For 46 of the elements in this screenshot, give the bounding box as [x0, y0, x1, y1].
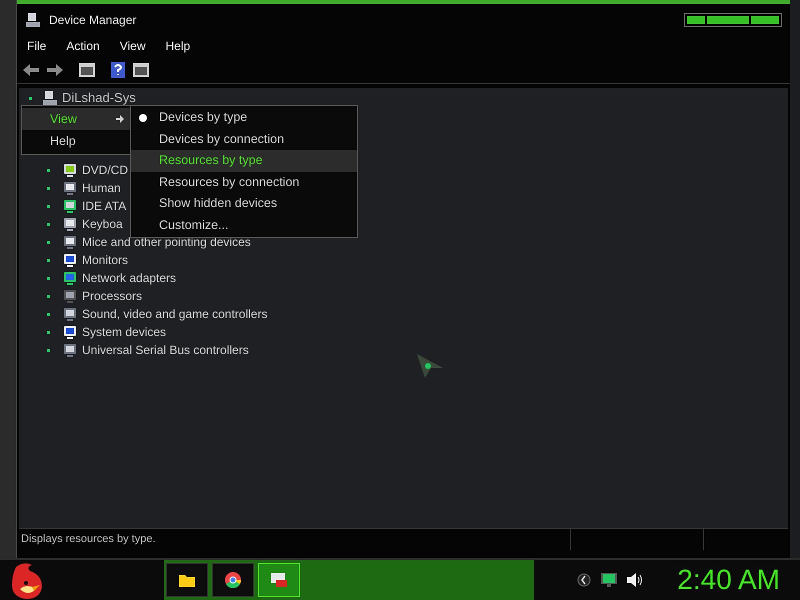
tree-item[interactable]: Sound, video and game controllers — [82, 305, 268, 323]
chevron-icon[interactable] — [577, 573, 592, 587]
tree-root[interactable]: DiLshad-Sys — [62, 88, 136, 108]
submenu-item[interactable]: Customize... — [131, 214, 357, 236]
submenu-item[interactable]: Show hidden devices — [131, 193, 357, 214]
clock: 2:40 AM — [677, 563, 780, 597]
submenu-item[interactable]: Resources by connection — [131, 172, 357, 193]
properties-icon[interactable] — [79, 62, 95, 76]
browser-icon — [225, 572, 241, 588]
monitor-icon — [62, 252, 78, 268]
computer-icon — [25, 12, 41, 28]
taskbar-button[interactable] — [212, 563, 254, 597]
tree-item[interactable]: Network adapters — [82, 269, 176, 287]
window-title: Device Manager — [49, 12, 136, 29]
tree-item[interactable]: IDE ATA — [82, 197, 126, 215]
tree-item[interactable]: Keyboa — [82, 215, 123, 233]
tree-item[interactable]: Mice and other pointing devices — [82, 233, 251, 251]
mouse-cursor-icon — [417, 354, 443, 378]
bird-logo-icon[interactable] — [10, 561, 44, 599]
monitor-icon — [62, 324, 78, 340]
submenu-item[interactable]: Devices by connection — [131, 128, 357, 150]
tree-item[interactable]: Human — [82, 179, 121, 197]
forward-arrow-icon[interactable] — [47, 64, 63, 76]
folder-icon — [179, 573, 195, 587]
context-menu-item[interactable]: View — [22, 108, 130, 130]
tree-item[interactable]: Processors — [82, 287, 142, 305]
monitor-icon[interactable] — [601, 573, 618, 587]
status-text: Displays resources by type. — [20, 532, 156, 548]
taskbar-button[interactable] — [166, 563, 208, 597]
submenu-arrow-icon — [116, 115, 124, 123]
back-arrow-icon[interactable] — [23, 64, 39, 76]
tree-item[interactable]: Universal Serial Bus controllers — [82, 341, 249, 359]
menu-item[interactable]: Help — [156, 37, 200, 55]
tree-item[interactable]: DVD/CD — [82, 161, 128, 179]
submenu-item[interactable]: Devices by type — [131, 107, 357, 128]
tree-item[interactable]: Monitors — [82, 251, 128, 269]
tree-item[interactable]: System devices — [82, 323, 166, 341]
help-icon[interactable] — [111, 62, 125, 78]
menu-item[interactable]: View — [110, 37, 156, 55]
device-manager-icon — [270, 572, 288, 588]
context-menu-item[interactable]: Help — [22, 130, 130, 152]
view-icon[interactable] — [133, 62, 149, 76]
menu-item[interactable]: Action — [56, 37, 110, 55]
submenu-item[interactable]: Resources by type — [131, 150, 357, 172]
computer-icon — [42, 90, 58, 106]
menu-item[interactable]: File — [17, 37, 56, 55]
